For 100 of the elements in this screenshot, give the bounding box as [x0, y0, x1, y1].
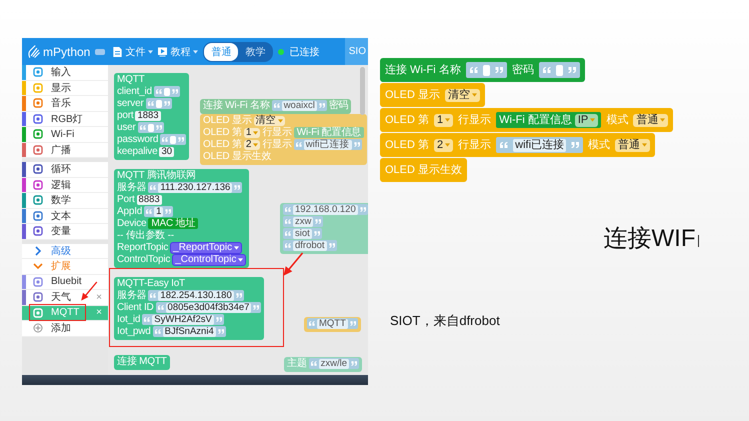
- text-input[interactable]: 1: [144, 206, 174, 217]
- dropdown[interactable]: 清空: [445, 88, 480, 102]
- text-value: zxw: [293, 216, 314, 226]
- category-label: 高级: [51, 244, 71, 258]
- category-label: 逻辑: [51, 178, 71, 192]
- quote-icon: [162, 137, 168, 142]
- sidebar-item[interactable]: 广播: [22, 142, 108, 158]
- text-input[interactable]: [466, 62, 507, 78]
- sidebar-item[interactable]: 数学: [22, 193, 108, 208]
- quote-icon: [156, 125, 162, 130]
- block-label: MQTT 腾讯物联网: [117, 170, 196, 181]
- block-label: MAC 地址: [151, 218, 196, 229]
- sidebar-item[interactable]: 变量: [22, 224, 108, 240]
- dropdown[interactable]: 清空: [254, 116, 285, 126]
- number-field[interactable]: 30: [159, 146, 174, 156]
- quote-icon: [351, 361, 358, 366]
- mode-tab[interactable]: 教学: [238, 42, 272, 60]
- text-input[interactable]: 111.230.127.136: [148, 182, 242, 193]
- text-input[interactable]: SyWH2Af2sV: [142, 314, 224, 325]
- text-input[interactable]: 182.254.130.180: [148, 290, 244, 301]
- dropdown[interactable]: 普通: [633, 114, 668, 126]
- block-label: user: [117, 122, 136, 133]
- annotation-arrow: [282, 251, 304, 277]
- dropdown[interactable]: 1: [434, 114, 454, 126]
- dropdown[interactable]: _ControlTopic: [172, 254, 246, 266]
- number-field[interactable]: 1883: [135, 110, 161, 120]
- text-input[interactable]: [160, 134, 186, 145]
- text-input[interactable]: 192.168.0.120: [283, 204, 368, 215]
- category-label: MQTT: [51, 307, 80, 318]
- block-label: ControlTopic: [117, 254, 170, 265]
- text-input[interactable]: wifi已连接: [294, 139, 362, 150]
- text-input[interactable]: BJfSnAzni4: [152, 326, 226, 337]
- empty-text-field[interactable]: [148, 124, 154, 132]
- text-input[interactable]: woaixcl: [272, 100, 327, 111]
- category-icon: [33, 114, 43, 124]
- text-input[interactable]: siot: [283, 228, 322, 239]
- block-label: 主题: [287, 358, 307, 369]
- sidebar-item[interactable]: 输入: [22, 65, 108, 80]
- category-icon: [33, 98, 43, 108]
- block-label: Wi-Fi 配置信息: [296, 127, 361, 138]
- quote-icon: [318, 103, 325, 108]
- text-cursor: [698, 235, 699, 247]
- quote-icon: [178, 137, 184, 142]
- block-label: Port: [117, 194, 135, 205]
- dropdown[interactable]: IP: [574, 114, 598, 126]
- caret-icon: [253, 130, 258, 134]
- text-value: wifi已连接: [304, 140, 352, 150]
- text-input[interactable]: 0805e3d04f3b34e7: [156, 302, 262, 313]
- dropdown[interactable]: _ReportTopic: [170, 242, 242, 254]
- block-label: MQTT: [117, 74, 145, 85]
- text-input[interactable]: [154, 86, 180, 97]
- block-label: OLED 第: [203, 139, 242, 150]
- caret-icon: [148, 50, 154, 54]
- slide-title: 连接WIF: [604, 224, 696, 254]
- dropdown[interactable]: 2: [434, 138, 454, 152]
- dropdown[interactable]: 1: [244, 128, 260, 138]
- caret-icon: [472, 93, 478, 97]
- dropdown[interactable]: 普通: [615, 138, 650, 152]
- empty-text-field[interactable]: [556, 64, 563, 76]
- scrollbar[interactable]: [360, 67, 365, 115]
- sidebar-item[interactable]: Wi-Fi: [22, 127, 108, 142]
- block-label: MQTT-Easy IoT: [117, 278, 185, 289]
- category-label: 文本: [51, 210, 71, 223]
- category-label: Wi-Fi: [51, 128, 74, 140]
- text-input[interactable]: MQTT: [307, 318, 358, 329]
- quote-icon: [140, 125, 146, 130]
- text-value: woaixcl: [282, 100, 317, 110]
- quote-icon: [144, 317, 150, 322]
- quote-icon: [146, 209, 152, 214]
- empty-text-field[interactable]: [170, 136, 176, 144]
- quote-icon: [150, 293, 156, 298]
- category-icon: [33, 292, 43, 302]
- text-input[interactable]: zxw: [283, 216, 324, 227]
- sidebar-item[interactable]: 音乐: [22, 96, 108, 112]
- version-badge: [95, 48, 106, 54]
- text-input[interactable]: dfrobot: [283, 240, 337, 251]
- category-label: 显示: [51, 82, 71, 95]
- text-input[interactable]: [146, 98, 172, 109]
- block-label: keepalive: [117, 146, 158, 157]
- text-input[interactable]: wifi已连接: [496, 137, 584, 153]
- category-icon: [33, 164, 43, 174]
- text-input[interactable]: zxw/le: [308, 358, 360, 369]
- quote-icon: [172, 89, 178, 94]
- quote-icon: [571, 142, 580, 148]
- quote-icon: [315, 219, 322, 224]
- empty-text-field[interactable]: [482, 64, 490, 76]
- text-input[interactable]: [138, 122, 164, 133]
- text-input[interactable]: [538, 62, 580, 78]
- block-label: OLED 显示: [203, 115, 252, 126]
- category-label: RGB灯: [51, 112, 83, 126]
- dropdown[interactable]: 2: [244, 140, 260, 150]
- app-name: mPython: [43, 44, 90, 58]
- number-field[interactable]: 8883: [136, 194, 162, 204]
- sidebar-item[interactable]: 循环: [22, 162, 108, 178]
- category-icon: [33, 210, 43, 221]
- category-icon: [33, 129, 43, 140]
- block-label: client_id: [117, 86, 152, 97]
- category-icon: [33, 226, 43, 236]
- caret-icon: [590, 118, 596, 122]
- quote-icon: [350, 321, 356, 326]
